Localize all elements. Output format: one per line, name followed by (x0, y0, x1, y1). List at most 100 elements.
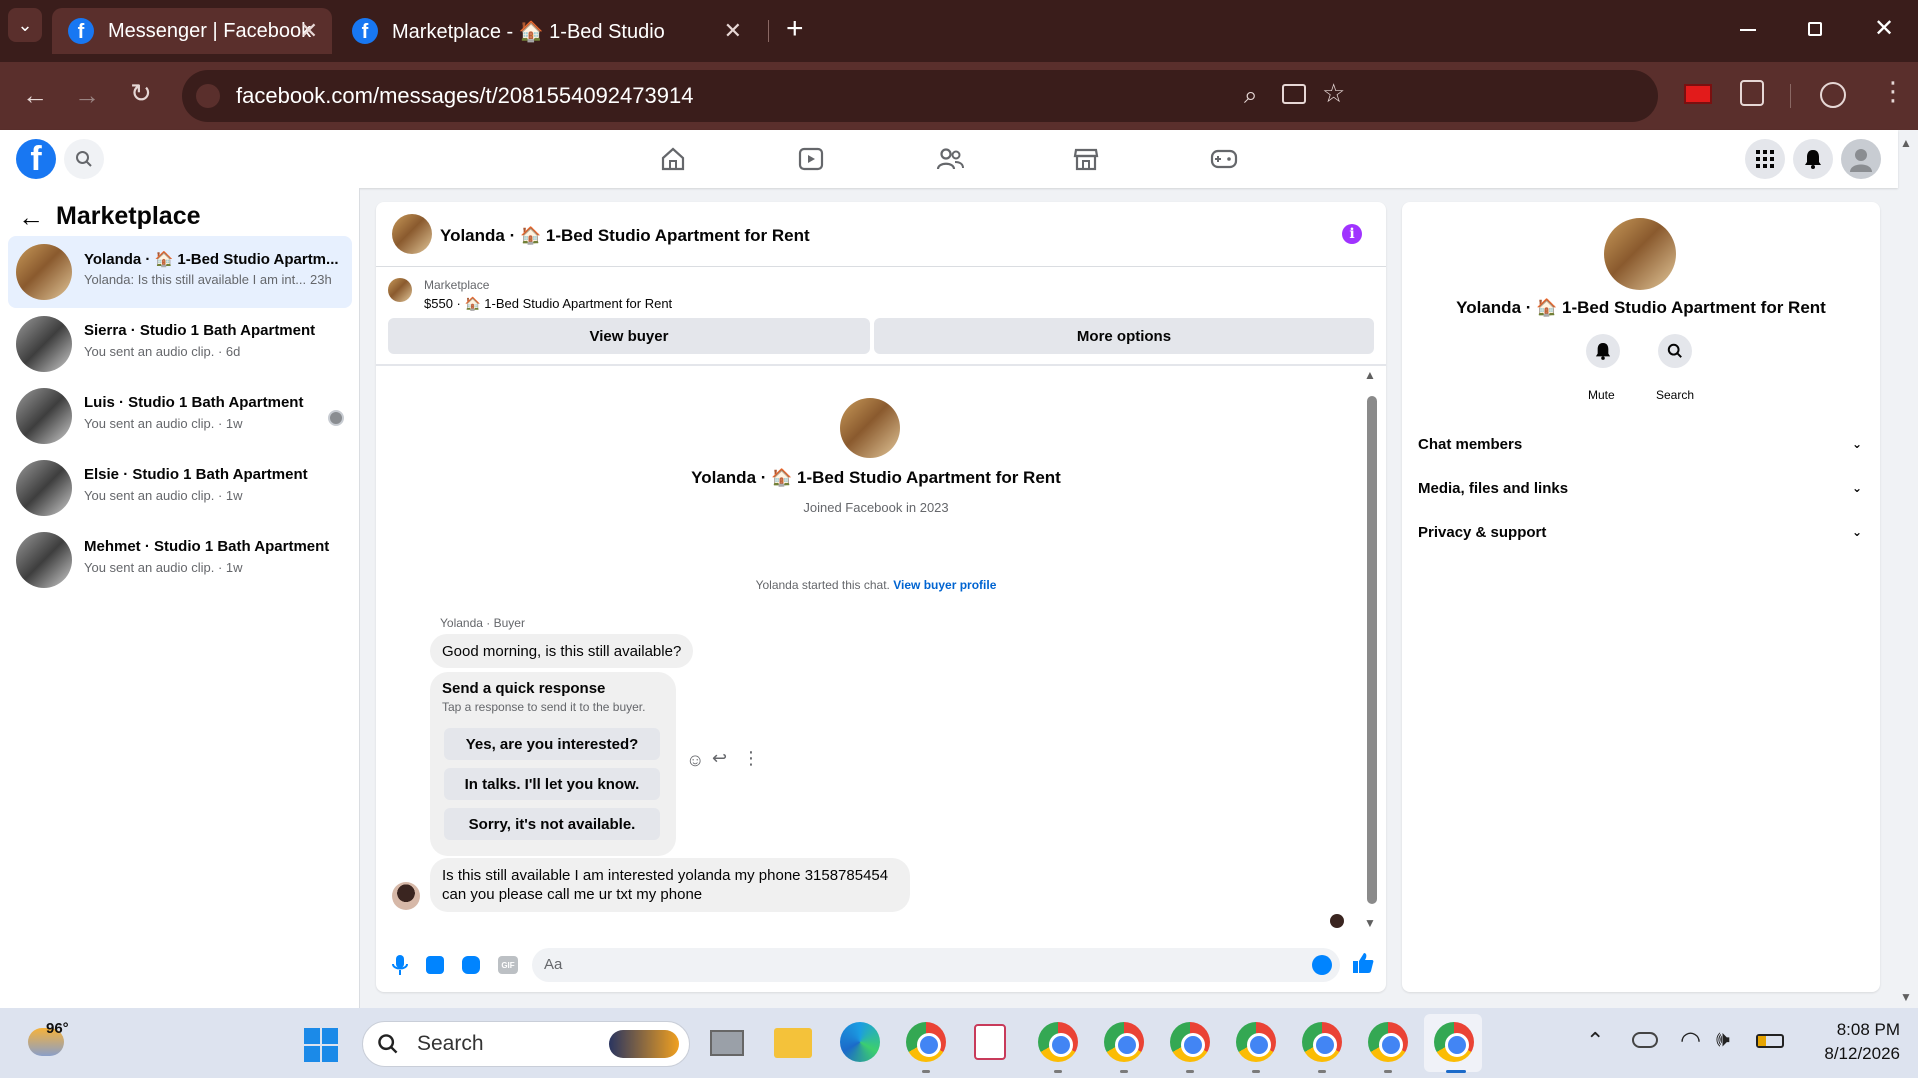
close-window-icon[interactable]: ✕ (1874, 14, 1894, 43)
taskbar-search[interactable]: Search (362, 1021, 690, 1067)
quick-response-subtitle: Tap a response to send it to the buyer. (442, 700, 646, 714)
like-thumb-icon[interactable] (1352, 952, 1374, 979)
view-buyer-button[interactable]: View buyer (388, 318, 870, 354)
notifications-bell-icon[interactable] (1793, 139, 1833, 179)
chat-scrollbar-thumb[interactable] (1367, 396, 1377, 904)
onedrive-icon[interactable] (1632, 1032, 1658, 1048)
conversation-item[interactable]: Luis · Studio 1 Bath Apartment You sent … (8, 380, 352, 452)
edge-icon[interactable] (840, 1022, 880, 1062)
reply-icon[interactable]: ↩ (712, 748, 727, 769)
view-buyer-profile-link[interactable]: View buyer profile (893, 578, 996, 592)
account-avatar[interactable] (1841, 139, 1881, 179)
privacy-support-section[interactable]: Privacy & support ⌄ (1418, 516, 1862, 548)
wifi-icon[interactable]: ◠ (1680, 1026, 1701, 1055)
chrome-icon[interactable] (906, 1022, 946, 1062)
bookmark-star-icon[interactable]: ☆ (1322, 78, 1345, 109)
buyer-profile-avatar[interactable] (840, 398, 900, 458)
restore-icon[interactable] (1808, 22, 1822, 36)
search-conversation-icon[interactable] (1658, 334, 1692, 368)
back-icon[interactable]: ← (22, 80, 48, 111)
chrome-icon[interactable] (1038, 1022, 1078, 1062)
chat-scroll-down-icon[interactable]: ▼ (1364, 916, 1376, 930)
new-tab-button[interactable]: + (786, 12, 804, 46)
install-app-icon[interactable] (1282, 84, 1306, 104)
photo-icon[interactable] (426, 956, 444, 974)
conversation-item[interactable]: Mehmet · Studio 1 Bath Apartment You sen… (8, 524, 352, 596)
marketplace-icon[interactable] (1073, 146, 1099, 177)
close-tab-icon[interactable]: ✕ (300, 18, 318, 44)
quick-response-button[interactable]: Yes, are you interested? (444, 728, 660, 760)
forward-icon[interactable]: → (74, 80, 100, 111)
message-bubble[interactable]: Is this still available I am interested … (430, 858, 910, 912)
listing-thumbnail[interactable] (388, 278, 412, 302)
chat-members-section[interactable]: Chat members ⌄ (1418, 428, 1862, 460)
emoji-icon[interactable] (1312, 955, 1332, 975)
chat-header-avatar[interactable] (392, 214, 432, 254)
tab-search-button[interactable]: ⌄ (8, 8, 42, 42)
site-info-icon[interactable] (196, 84, 220, 108)
extension-red-icon[interactable] (1684, 84, 1712, 104)
message-bubble[interactable]: Good morning, is this still available? (430, 634, 694, 668)
conversation-item[interactable]: Sierra · Studio 1 Bath Apartment You sen… (8, 308, 352, 380)
url-text[interactable]: facebook.com/messages/t/2081554092473914 (236, 83, 693, 109)
task-view-icon[interactable] (710, 1030, 744, 1056)
file-explorer-icon[interactable] (774, 1028, 812, 1058)
address-bar[interactable]: facebook.com/messages/t/2081554092473914… (182, 70, 1658, 122)
chrome-icon[interactable] (1104, 1022, 1144, 1062)
tab-messenger[interactable]: f Messenger | Facebook ✕ (52, 8, 332, 54)
gif-icon[interactable]: GIF (498, 956, 518, 974)
chrome-menu-icon[interactable]: ⋮ (1880, 76, 1906, 107)
video-icon[interactable] (798, 146, 824, 177)
profile-icon[interactable] (1820, 82, 1846, 108)
battery-icon[interactable] (1756, 1034, 1784, 1048)
facebook-logo-icon[interactable]: f (16, 139, 56, 179)
show-hidden-icons-icon[interactable]: ⌃ (1586, 1028, 1604, 1054)
page-scrollbar-up-icon[interactable]: ▲ (1900, 136, 1912, 150)
conversation-item[interactable]: Yolanda · 🏠 1-Bed Studio Apartm... Yolan… (8, 236, 352, 308)
more-options-button[interactable]: More options (874, 318, 1374, 354)
react-emoji-icon[interactable]: ☺ (686, 750, 704, 771)
message-input[interactable]: Aa (532, 948, 1340, 982)
search-icon[interactable] (64, 139, 104, 179)
page-scroll-down-icon[interactable]: ▼ (1900, 990, 1912, 1004)
quick-response-title: Send a quick response (442, 680, 606, 697)
info-icon[interactable]: i (1342, 224, 1362, 244)
home-icon[interactable] (660, 146, 686, 177)
minimize-icon[interactable] (1740, 29, 1756, 31)
voice-clip-icon[interactable] (390, 954, 410, 981)
quick-response-button[interactable]: In talks. I'll let you know. (444, 768, 660, 800)
running-indicator (1186, 1070, 1194, 1073)
close-tab-icon[interactable]: ✕ (724, 18, 742, 44)
gaming-icon[interactable] (1210, 148, 1238, 175)
conversation-item[interactable]: Elsie · Studio 1 Bath Apartment You sent… (8, 452, 352, 524)
chrome-icon[interactable] (1434, 1022, 1474, 1062)
zoom-icon[interactable]: ⌕ (1244, 82, 1257, 110)
chat-header-title[interactable]: Yolanda · 🏠 1-Bed Studio Apartment for R… (440, 226, 810, 246)
chrome-icon[interactable] (1236, 1022, 1276, 1062)
menu-grid-icon[interactable] (1745, 139, 1785, 179)
volume-icon[interactable]: 🕪 (1716, 1026, 1730, 1052)
chrome-icon[interactable] (1302, 1022, 1342, 1062)
friends-icon[interactable] (936, 146, 964, 177)
listing-divider (376, 364, 1386, 366)
back-arrow-icon[interactable]: ← (18, 202, 44, 233)
panel-title: Marketplace (56, 202, 201, 230)
reload-icon[interactable]: ↻ (130, 78, 152, 109)
quick-response-button[interactable]: Sorry, it's not available. (444, 808, 660, 840)
snipping-tool-icon[interactable] (974, 1024, 1006, 1060)
clock-date[interactable]: 8/12/2026 (1790, 1044, 1900, 1064)
running-indicator (1120, 1070, 1128, 1073)
chat-scroll-up-icon[interactable]: ▲ (1364, 368, 1376, 382)
weather-temp[interactable]: 96° (46, 1020, 69, 1037)
chrome-icon[interactable] (1368, 1022, 1408, 1062)
chrome-icon[interactable] (1170, 1022, 1210, 1062)
start-windows-icon[interactable] (304, 1028, 338, 1062)
mute-bell-icon[interactable] (1586, 334, 1620, 368)
sticker-icon[interactable] (462, 956, 480, 974)
extensions-puzzle-icon[interactable] (1740, 80, 1764, 106)
clock-time[interactable]: 8:08 PM (1800, 1020, 1900, 1040)
more-actions-icon[interactable]: ⋮ (742, 748, 760, 769)
tab-marketplace[interactable]: f Marketplace - 🏠 1-Bed Studio ✕ (336, 8, 756, 54)
info-avatar[interactable] (1604, 218, 1676, 290)
media-files-links-section[interactable]: Media, files and links ⌄ (1418, 472, 1862, 504)
